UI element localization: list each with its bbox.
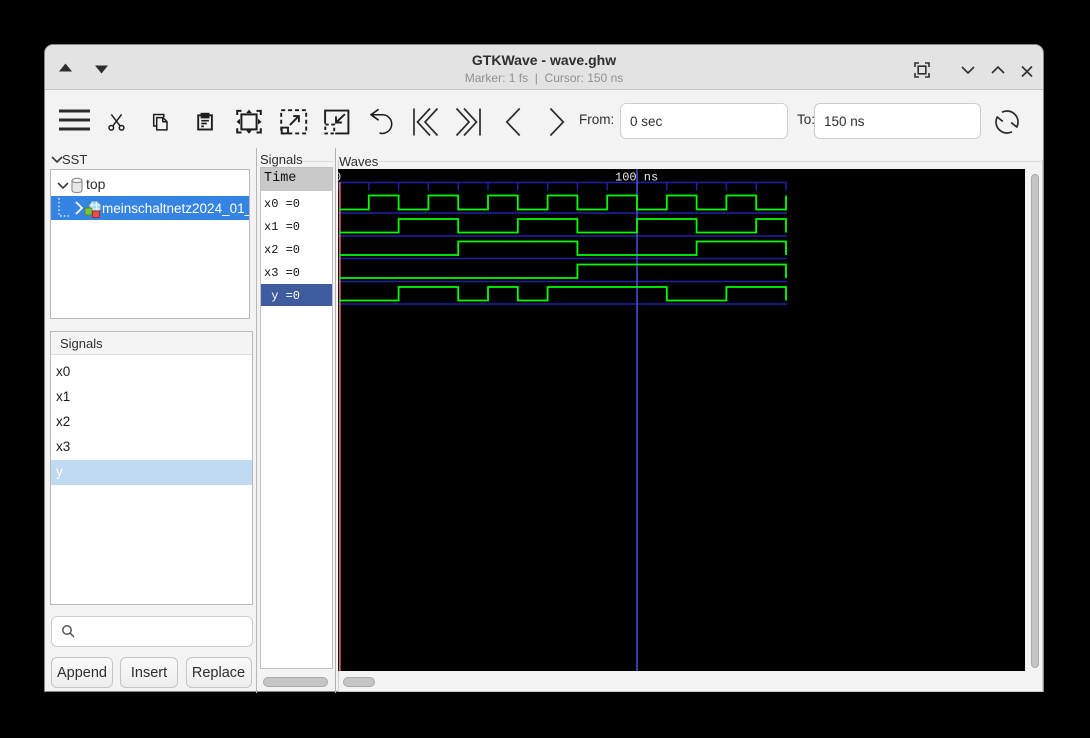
svg-text:0: 0 [338,171,341,185]
svg-text:100 ns: 100 ns [615,171,658,185]
